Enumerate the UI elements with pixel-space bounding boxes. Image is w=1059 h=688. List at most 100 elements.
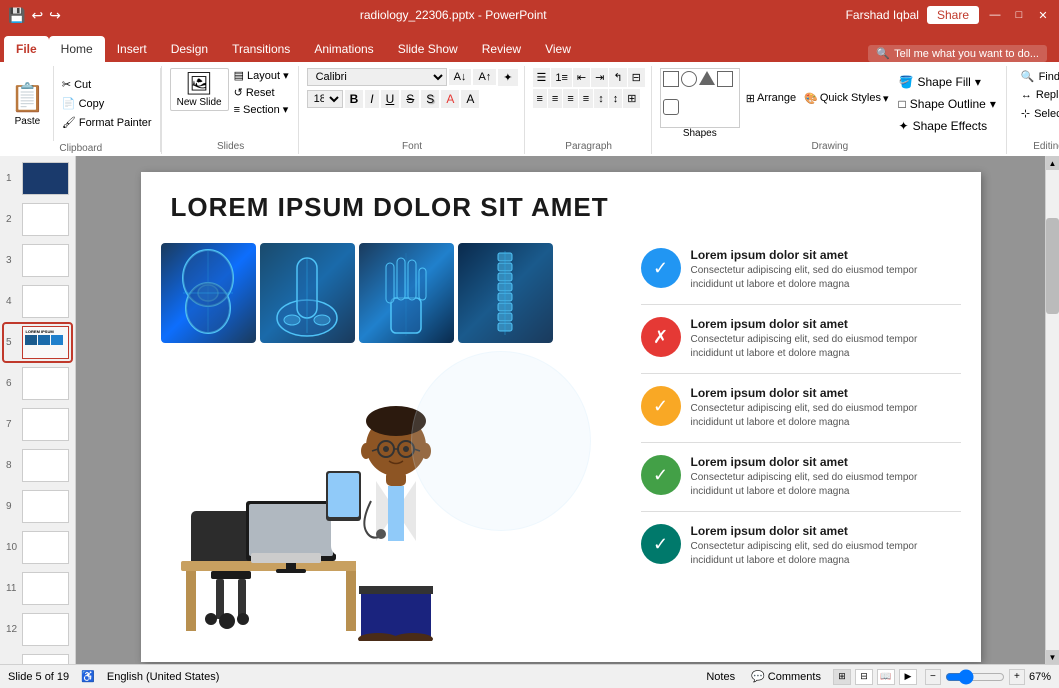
tab-animations[interactable]: Animations: [302, 36, 385, 62]
numbering-button[interactable]: 1≡: [551, 68, 572, 87]
slide-thumb-5[interactable]: 5 LOREM IPSUM: [4, 324, 71, 361]
slide-canvas[interactable]: LOREM IPSUM DOLOR SIT AMET: [141, 172, 981, 662]
rtl-button[interactable]: ↰: [609, 68, 626, 87]
cut-button[interactable]: ✂ Cut: [58, 76, 156, 93]
comments-button[interactable]: 💬 Comments: [747, 668, 825, 685]
normal-view-button[interactable]: ⊞: [833, 669, 851, 685]
arrange-button[interactable]: ⊞ Arrange: [744, 90, 798, 107]
shape-outline-dropdown: ▾: [990, 97, 996, 111]
shape-rounded[interactable]: [663, 99, 679, 115]
maximize-button[interactable]: □: [1011, 7, 1027, 23]
font-family-select[interactable]: Calibri: [307, 68, 447, 86]
align-center-button[interactable]: ≡: [548, 89, 562, 108]
notes-button[interactable]: Notes: [702, 669, 739, 685]
slide-panel[interactable]: 1 2 3 4 5 LOREM IPSUM: [0, 156, 76, 664]
minimize-button[interactable]: —: [987, 7, 1003, 23]
slide-thumb-4[interactable]: 4: [4, 283, 71, 320]
tab-transitions[interactable]: Transitions: [220, 36, 302, 62]
decrease-font-button[interactable]: A↓: [449, 69, 472, 85]
convert-to-smartart-button[interactable]: ⊞: [623, 89, 640, 108]
slide-thumb-13[interactable]: 13: [4, 652, 71, 664]
tab-design[interactable]: Design: [159, 36, 220, 62]
slide-preview-10: [22, 531, 69, 564]
section-dropdown-icon: ▾: [283, 103, 289, 116]
shape-rect2[interactable]: [717, 71, 733, 87]
close-button[interactable]: ✕: [1035, 7, 1051, 23]
slide-thumb-9[interactable]: 9: [4, 488, 71, 525]
shadow-button[interactable]: S: [421, 90, 439, 108]
undo-icon[interactable]: ↩: [31, 7, 43, 24]
slide-title[interactable]: LOREM IPSUM DOLOR SIT AMET: [141, 172, 981, 233]
shape-outline-button[interactable]: □ Shape Outline ▾: [895, 95, 1000, 113]
tab-file[interactable]: File: [4, 36, 49, 62]
vertical-scrollbar[interactable]: ▲ ▼: [1045, 156, 1059, 664]
zoom-out-button[interactable]: −: [925, 669, 941, 685]
slide-thumb-8[interactable]: 8: [4, 447, 71, 484]
slide-thumb-1[interactable]: 1: [4, 160, 71, 197]
strikethrough-button[interactable]: S: [401, 90, 419, 108]
slide-sorter-button[interactable]: ⊟: [855, 669, 873, 685]
slide-thumb-6[interactable]: 6: [4, 365, 71, 402]
copy-button[interactable]: 📄 Copy: [58, 95, 156, 112]
zoom-in-button[interactable]: +: [1009, 669, 1025, 685]
slide-thumb-11[interactable]: 11: [4, 570, 71, 607]
increase-font-button[interactable]: A↑: [473, 69, 496, 85]
slide-thumb-12[interactable]: 12: [4, 611, 71, 648]
quick-styles-button[interactable]: 🎨Quick Styles▾: [802, 90, 890, 107]
format-painter-button[interactable]: 🖌 Format Painter: [58, 114, 156, 131]
save-icon[interactable]: 💾: [8, 7, 25, 24]
redo-icon[interactable]: ↪: [49, 7, 61, 24]
shape-rect[interactable]: [663, 71, 679, 87]
slide-thumb-2[interactable]: 2: [4, 201, 71, 238]
select-button[interactable]: ⊹ Select ▾: [1015, 105, 1059, 122]
slide-preview-11: [22, 572, 69, 605]
slide-thumb-7[interactable]: 7: [4, 406, 71, 443]
tab-review[interactable]: Review: [470, 36, 533, 62]
search-box[interactable]: 🔍 Tell me what you want to do...: [868, 45, 1047, 62]
line-spacing-button[interactable]: ↕: [594, 89, 608, 108]
shape-fill-button[interactable]: 🪣 Shape Fill ▾: [895, 73, 1000, 91]
scroll-down[interactable]: ▼: [1046, 650, 1059, 664]
clear-format-button[interactable]: ✦: [498, 69, 517, 86]
tab-view[interactable]: View: [533, 36, 583, 62]
tab-home[interactable]: Home: [49, 36, 105, 62]
tab-slideshow[interactable]: Slide Show: [386, 36, 470, 62]
shape-triangle[interactable]: [699, 71, 715, 85]
reset-button[interactable]: ↺ Reset: [231, 85, 292, 100]
slide-thumb-3[interactable]: 3: [4, 242, 71, 279]
scroll-up[interactable]: ▲: [1046, 156, 1059, 170]
justify-button[interactable]: ≡: [579, 89, 593, 108]
new-slide-button[interactable]: 🖼 New Slide: [170, 68, 229, 111]
find-button[interactable]: 🔍 Find: [1015, 68, 1059, 85]
editing-group-label: Editing: [1033, 139, 1059, 152]
scroll-thumb[interactable]: [1046, 218, 1059, 314]
fill-icon: 🪣: [899, 75, 914, 89]
increase-indent-button[interactable]: ⇥: [591, 68, 608, 87]
shape-circle[interactable]: [681, 71, 697, 87]
font-color-button[interactable]: A: [441, 90, 459, 108]
layout-button[interactable]: ▤ Layout ▾: [231, 68, 292, 83]
text-direction-button[interactable]: ↕: [609, 89, 623, 108]
align-right-button[interactable]: ≡: [563, 89, 577, 108]
slide-thumb-10[interactable]: 10: [4, 529, 71, 566]
paste-button[interactable]: 📋 Paste: [2, 66, 54, 141]
columns-button[interactable]: ⊟: [628, 68, 645, 87]
align-left-button[interactable]: ≡: [533, 89, 547, 108]
share-button[interactable]: Share: [927, 6, 979, 24]
bullets-button[interactable]: ☰: [533, 68, 551, 87]
bold-button[interactable]: B: [345, 90, 364, 108]
slideshow-view-button[interactable]: ▶: [899, 669, 917, 685]
clipboard-group-label: Clipboard: [2, 141, 160, 154]
replace-button[interactable]: ↔ Replace: [1015, 87, 1059, 103]
italic-button[interactable]: I: [365, 90, 378, 108]
zoom-slider[interactable]: [945, 669, 1005, 685]
tab-insert[interactable]: Insert: [105, 36, 159, 62]
decrease-indent-button[interactable]: ⇤: [573, 68, 590, 87]
slide-area[interactable]: LOREM IPSUM DOLOR SIT AMET: [76, 156, 1045, 664]
font-size-select[interactable]: 18: [307, 90, 343, 108]
section-button[interactable]: ≡ Section ▾: [231, 102, 292, 117]
highlight-button[interactable]: A: [461, 90, 479, 108]
reading-view-button[interactable]: 📖: [877, 669, 895, 685]
underline-button[interactable]: U: [381, 90, 400, 108]
shape-effects-button[interactable]: ✦ Shape Effects: [895, 117, 1000, 135]
